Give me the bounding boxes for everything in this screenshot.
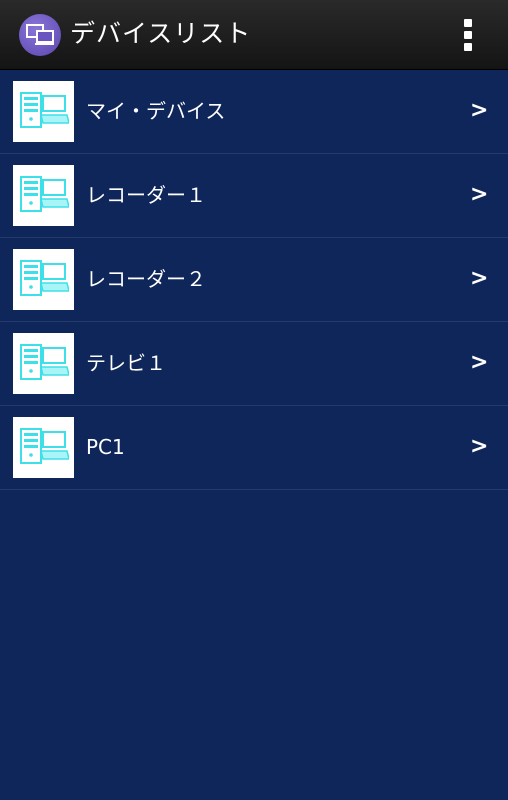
computer-icon: [13, 165, 74, 226]
list-item[interactable]: テレビ１ >: [0, 322, 508, 406]
app-bar: デバイスリスト: [0, 0, 508, 70]
list-item[interactable]: マイ・デバイス >: [0, 70, 508, 154]
overflow-menu-icon[interactable]: [456, 14, 480, 56]
chevron-right-icon: >: [470, 434, 489, 459]
chevron-right-icon: >: [470, 266, 489, 291]
chevron-right-icon: >: [470, 98, 489, 123]
device-name: マイ・デバイス: [86, 99, 226, 123]
device-list: マイ・デバイス > レコーダー１ > レコーダー２ > テレビ１ > PC1 >: [0, 70, 508, 490]
computer-icon: [13, 249, 74, 310]
device-name: PC1: [86, 435, 125, 459]
device-name: テレビ１: [86, 351, 166, 375]
device-name: レコーダー１: [86, 183, 206, 207]
devices-icon[interactable]: [19, 14, 61, 56]
device-name: レコーダー２: [86, 267, 206, 291]
list-item[interactable]: レコーダー２ >: [0, 238, 508, 322]
chevron-right-icon: >: [470, 182, 489, 207]
page-title: デバイスリスト: [70, 19, 252, 48]
computer-icon: [13, 333, 74, 394]
list-item[interactable]: レコーダー１ >: [0, 154, 508, 238]
computer-icon: [13, 417, 74, 478]
computer-icon: [13, 81, 74, 142]
chevron-right-icon: >: [470, 350, 489, 375]
list-item[interactable]: PC1 >: [0, 406, 508, 490]
